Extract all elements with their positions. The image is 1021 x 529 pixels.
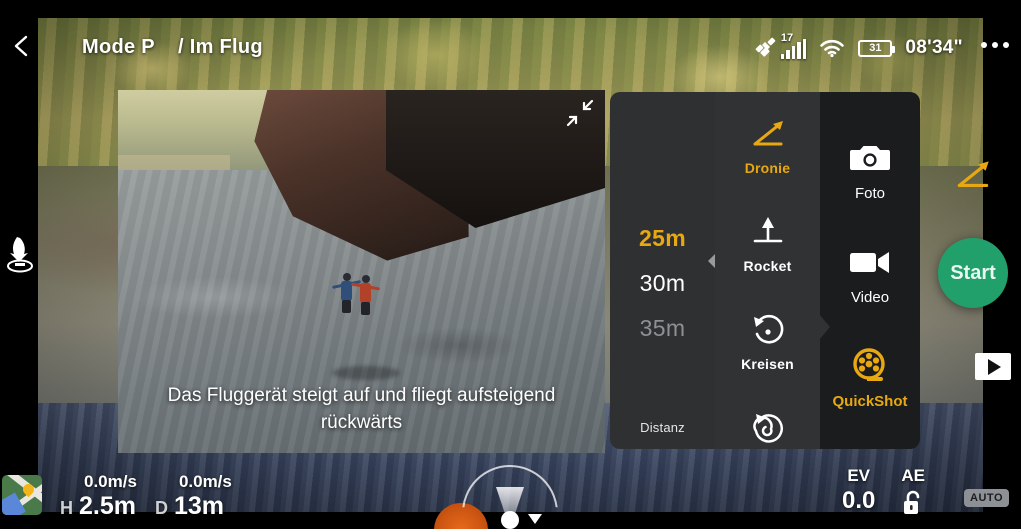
shot-mode-selection-caret xyxy=(819,314,830,340)
distance-column: 25m 30m 35m Distanz xyxy=(610,92,716,449)
horizontal-speed: 0.0m/s xyxy=(178,472,232,491)
video-camera-icon xyxy=(820,240,920,284)
circle-orbit-icon xyxy=(715,310,820,352)
tutorial-caption: Das Fluggerät steigt auf und fliegt aufs… xyxy=(167,385,556,434)
height-group: 0.0m/s H 2.5m xyxy=(60,472,137,521)
satellite-icon xyxy=(755,37,776,57)
auto-exposure-badge[interactable]: AUTO xyxy=(964,489,1009,507)
vertical-speed: 0.0m/s xyxy=(84,472,137,491)
flight-mode-label[interactable]: Mode P xyxy=(82,36,155,59)
film-reel-icon xyxy=(820,344,920,388)
flight-time: 08'34" xyxy=(905,37,963,58)
back-chevron-icon[interactable] xyxy=(8,32,36,60)
gps-status[interactable]: 17 xyxy=(755,32,807,59)
shot-mode-rocket[interactable]: Rocket xyxy=(715,212,820,274)
play-icon[interactable] xyxy=(975,353,1011,380)
shot-mode-helix[interactable] xyxy=(715,408,820,454)
ae-key: AE xyxy=(901,466,925,485)
camera-mode-column: Foto Video QuickShot xyxy=(820,92,920,449)
shot-mode-kreisen-label: Kreisen xyxy=(741,356,794,372)
battery-icon[interactable]: 31 xyxy=(858,39,896,57)
ev-key: EV xyxy=(847,466,871,485)
distance-label: Distanz xyxy=(640,420,685,435)
shot-mode-dronie[interactable]: Dronie xyxy=(715,114,820,176)
height-value: 2.5m xyxy=(79,492,136,520)
unlocked-padlock-icon xyxy=(902,490,924,521)
camera-icon xyxy=(820,136,920,180)
ev-control[interactable]: EV 0.0 xyxy=(842,466,875,521)
quickshot-panel: 25m 30m 35m Distanz Dronie Rocket Kreise… xyxy=(610,92,920,449)
bottom-telemetry-bar: 0.0m/s H 2.5m 0.0m/s D 13m EV 0.0 AE AUT… xyxy=(0,450,1021,529)
status-icon-cluster: 17 31 08'34" xyxy=(755,32,963,64)
satellite-count: 17 xyxy=(780,32,794,44)
distance-value: 13m xyxy=(173,492,224,520)
exposure-controls: EV 0.0 AE xyxy=(842,466,925,521)
height-key: H xyxy=(60,498,73,518)
shot-mode-column: Dronie Rocket Kreisen xyxy=(715,92,820,449)
shot-mode-kreisen[interactable]: Kreisen xyxy=(715,310,820,372)
dronie-arrow-icon xyxy=(715,114,820,156)
camera-mode-quickshot-label: QuickShot xyxy=(832,393,908,410)
dronie-arrow-icon xyxy=(957,161,989,188)
battery-percent: 31 xyxy=(869,41,882,54)
map-thumbnail-icon[interactable] xyxy=(2,475,42,515)
ev-value: 0.0 xyxy=(842,487,876,514)
rocket-up-icon xyxy=(715,212,820,254)
distance-option-30m[interactable]: 30m xyxy=(610,261,715,306)
shot-mode-rocket-label: Rocket xyxy=(743,258,792,274)
top-right-letterbox xyxy=(983,0,1021,82)
radar-aircraft-dot xyxy=(501,511,519,529)
distance-options: 25m 30m 35m xyxy=(610,216,715,351)
distance-group: 0.0m/s D 13m xyxy=(155,472,232,521)
camera-mode-foto-label: Foto xyxy=(854,185,885,202)
radar-home-marker xyxy=(528,514,542,524)
telemetry-readouts: 0.0m/s H 2.5m 0.0m/s D 13m xyxy=(60,472,232,521)
tutorial-video-preview[interactable]: Das Fluggerät steigt auf und fliegt aufs… xyxy=(118,90,605,453)
drone-controller-screen: Mode P / Im Flug 17 31 08'34" Das Flugge… xyxy=(0,0,1021,529)
preview-person-left xyxy=(331,273,361,314)
more-options-icon[interactable] xyxy=(981,42,1009,48)
helix-spiral-icon xyxy=(715,408,820,450)
camera-mode-video-label: Video xyxy=(850,289,890,306)
preview-person-right xyxy=(351,275,381,316)
land-return-icon[interactable] xyxy=(4,235,36,273)
wifi-icon[interactable] xyxy=(819,38,845,58)
collapse-fullscreen-icon[interactable] xyxy=(565,98,595,128)
camera-mode-video[interactable]: Video xyxy=(820,240,920,306)
distance-option-25m[interactable]: 25m xyxy=(610,216,715,261)
distance-option-35m[interactable]: 35m xyxy=(610,306,715,351)
distance-key: D xyxy=(154,498,168,518)
ae-lock-control[interactable]: AE xyxy=(901,466,925,521)
active-shot-mode-badge xyxy=(951,155,995,199)
camera-mode-foto[interactable]: Foto xyxy=(820,136,920,202)
shot-mode-dronie-label: Dronie xyxy=(744,160,791,176)
camera-mode-quickshot[interactable]: QuickShot xyxy=(820,344,920,410)
start-button[interactable]: Start xyxy=(938,238,1008,308)
radar-attitude-icon[interactable] xyxy=(434,465,558,529)
